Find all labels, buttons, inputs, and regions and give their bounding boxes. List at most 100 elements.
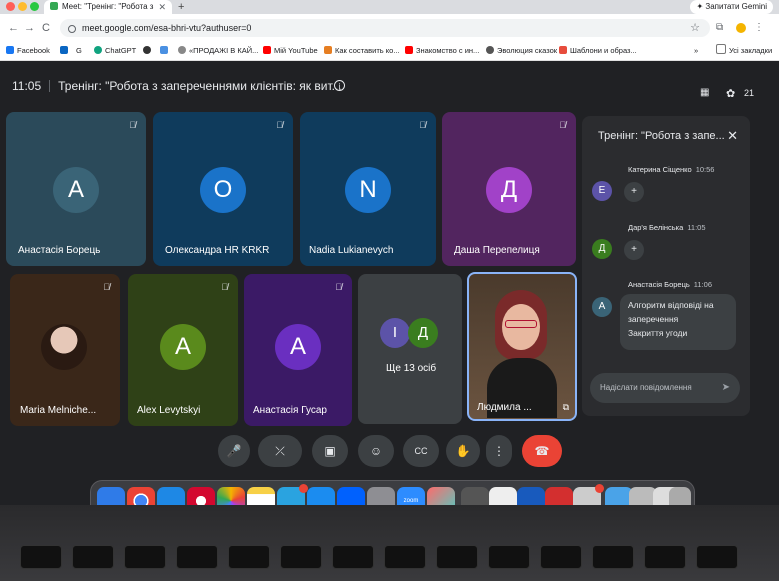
acrobat-icon[interactable] — [545, 487, 573, 505]
zoom-window-icon[interactable] — [30, 2, 39, 11]
finder-icon[interactable] — [97, 487, 125, 505]
mic-off-icon: 🎙̸ — [129, 120, 136, 130]
raise-hand-button[interactable]: ✋ — [446, 435, 480, 467]
key — [540, 545, 582, 569]
bookmark-star-icon[interactable]: ☆ — [690, 19, 700, 37]
bookmarks-bar: Facebook G ChatGPT «ПРОДАЖІ В КАЙ... Мій… — [0, 42, 779, 61]
profile-avatar[interactable] — [736, 23, 746, 33]
bookmark-item[interactable]: Мій YouTube — [263, 42, 318, 60]
bookmark-item[interactable]: Шаблони и образ... — [559, 42, 637, 60]
zoom-icon[interactable]: zoom — [397, 487, 425, 505]
more-participants-tile[interactable]: І Д Ще 13 осіб — [358, 274, 462, 424]
safari-icon[interactable] — [157, 487, 185, 505]
bookmark-item[interactable] — [160, 42, 171, 60]
present-button[interactable]: ▣ — [312, 435, 348, 467]
url-text: meet.google.com/esa-bhri-vtu?authuser=0 — [82, 23, 252, 33]
chat-panel: Тренінг: "Робота з запе... ✕ Катерина Сі… — [582, 116, 750, 416]
bookmarks-overflow-icon[interactable]: » — [694, 42, 698, 60]
dropbox-icon[interactable] — [337, 487, 365, 505]
bookmark-item[interactable]: Facebook — [6, 42, 50, 60]
layout-icon[interactable]: ▦ — [700, 87, 709, 98]
participant-tile[interactable]: 🎙̸ Д Даша Перепелиця — [442, 112, 576, 266]
bookmark-label: G — [76, 46, 82, 55]
screen: Meet: "Тренінг: "Робота з ✕ + ✦ Запитати… — [0, 0, 779, 505]
participant-name: Alex Levytskyi — [137, 405, 201, 416]
bookmark-label: Шаблони и образ... — [570, 46, 637, 55]
send-icon[interactable]: ➤ — [722, 373, 730, 403]
captions-button[interactable]: CC — [403, 435, 439, 467]
key — [176, 545, 218, 569]
forward-button[interactable]: → — [24, 21, 35, 35]
all-bookmarks[interactable]: Усі закладки — [716, 42, 772, 60]
trash-icon[interactable] — [669, 487, 691, 505]
pin-icon[interactable]: ⧉ — [563, 402, 569, 413]
bookmark-item[interactable]: ChatGPT — [94, 42, 136, 60]
notes-icon[interactable] — [247, 487, 275, 505]
text-edit-icon[interactable] — [489, 487, 517, 505]
mic-button[interactable]: 🎤 — [218, 435, 250, 467]
more-vert-icon: ⋮ — [493, 444, 505, 458]
participant-tile[interactable]: 🎙̸ A Анастасія Гусар — [244, 274, 352, 426]
bookmark-item[interactable]: G — [76, 42, 82, 60]
address-bar[interactable]: meet.google.com/esa-bhri-vtu?authuser=0 … — [60, 19, 710, 37]
bookmark-item[interactable]: Знакомство с ин... — [405, 42, 479, 60]
participant-tile[interactable]: 🎙̸ Maria Melniche... — [10, 274, 120, 426]
photos-icon[interactable] — [217, 487, 245, 505]
bookmark-item[interactable]: «ПРОДАЖІ В КАЙ... — [178, 42, 258, 60]
mic-off-icon: 🎙̸ — [419, 120, 426, 130]
message-time: 11:05 — [687, 223, 706, 232]
telegram-icon[interactable] — [277, 484, 308, 505]
app-icon[interactable] — [461, 487, 489, 505]
mic-off-icon: 🎙̸ — [103, 282, 110, 292]
keyboard — [20, 535, 760, 581]
participant-tile[interactable]: 🎙̸ O Олександра HR KRKR — [153, 112, 293, 266]
participant-tile[interactable]: 🎙̸ A Alex Levytskyi — [128, 274, 238, 426]
bookmark-label: Усі закладки — [729, 46, 773, 55]
avatar: Е — [592, 181, 612, 201]
emoji-icon: ☺ — [369, 444, 383, 458]
app-icon[interactable] — [427, 487, 455, 505]
close-window-icon[interactable] — [6, 2, 15, 11]
minimize-window-icon[interactable] — [18, 2, 27, 11]
participant-tile[interactable]: 🎙̸ A Анастасія Борець — [6, 112, 146, 266]
bookmark-item[interactable] — [60, 42, 71, 60]
close-icon[interactable]: ✕ — [727, 128, 738, 144]
browser-tab-meet[interactable]: Meet: "Тренінг: "Робота з ✕ — [44, 0, 172, 14]
participant-tile[interactable]: 🎙̸ N Nadia Lukianevych — [300, 112, 436, 266]
chrome-icon[interactable] — [127, 487, 155, 505]
more-options-button[interactable]: ⋮ — [486, 435, 512, 467]
key — [280, 545, 322, 569]
youtube-icon — [263, 46, 271, 54]
self-view-tile[interactable]: Людмила ... ⧉ — [467, 272, 577, 421]
word-icon[interactable] — [517, 487, 545, 505]
printer-icon[interactable] — [573, 484, 604, 505]
bookmark-item[interactable]: Как составить ко... — [324, 42, 400, 60]
site-info-icon[interactable] — [68, 25, 76, 33]
opera-icon[interactable] — [187, 487, 215, 505]
avatar: A — [53, 167, 99, 213]
app-store-icon[interactable] — [307, 487, 335, 505]
meeting-info-icon[interactable]: i — [334, 80, 345, 91]
avatar-photo — [41, 324, 87, 370]
leave-call-button[interactable]: ☎ — [522, 435, 562, 467]
reload-button[interactable]: C — [42, 21, 50, 35]
chat-message-input[interactable]: Надіслати повідомлення ➤ — [590, 373, 740, 403]
tab-close-icon[interactable]: ✕ — [158, 0, 166, 14]
back-button[interactable]: ← — [8, 21, 19, 35]
new-tab-button[interactable]: + — [178, 0, 184, 14]
camera-button[interactable]: ⤫ — [258, 435, 302, 467]
folder-icon — [716, 44, 726, 54]
reactions-button[interactable]: ☺ — [358, 435, 394, 467]
settings-gear-icon[interactable] — [367, 487, 395, 505]
hand-icon: ✋ — [455, 444, 471, 458]
meet-favicon-icon — [50, 2, 58, 10]
bookmark-icon — [178, 46, 186, 54]
bookmark-item[interactable]: Эволюция сказок — [486, 42, 557, 60]
ask-gemini-button[interactable]: ✦ Запитати Gemini — [690, 0, 773, 14]
key — [488, 545, 530, 569]
extensions-icon[interactable]: ⧉ — [716, 22, 723, 33]
menu-kebab-icon[interactable]: ⋮ — [754, 22, 764, 33]
github-icon — [143, 46, 151, 54]
bookmark-item[interactable] — [143, 42, 154, 60]
people-icon[interactable]: ✿ — [726, 87, 735, 100]
